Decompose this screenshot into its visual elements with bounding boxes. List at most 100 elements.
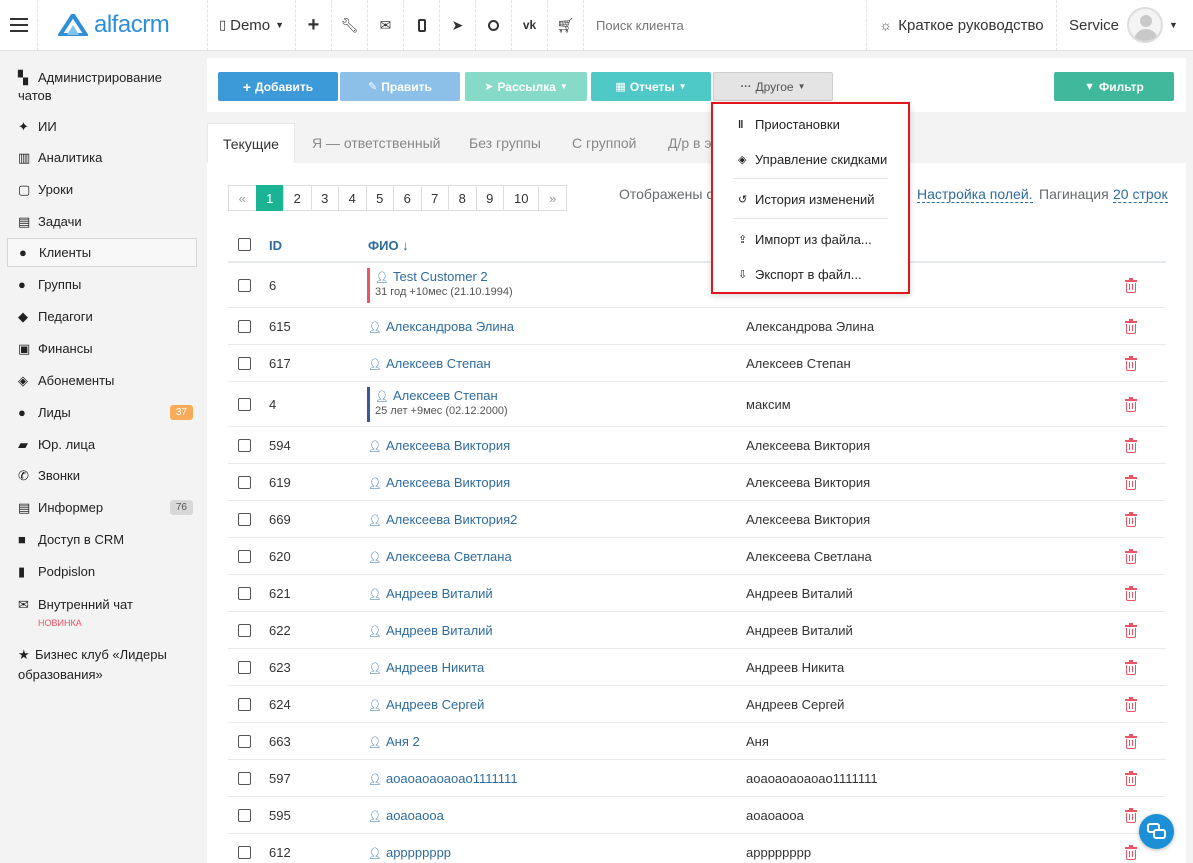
row-checkbox[interactable]: [238, 846, 251, 859]
sidebar-item-ai[interactable]: ✦ ИИ: [7, 118, 197, 136]
sidebar-item-clients[interactable]: ● Клиенты: [7, 238, 197, 267]
delete-icon[interactable]: [1125, 549, 1137, 564]
delete-icon[interactable]: [1125, 808, 1137, 823]
tab-no-group[interactable]: Без группы: [469, 123, 541, 163]
other-button[interactable]: ··· Другое ▼: [713, 72, 833, 101]
table-row[interactable]: 669 👤︎ Алексеева Виктория2 Алексеева Виктор…: [228, 501, 1166, 538]
sidebar-item-podpislon[interactable]: ▮ Podpislon: [7, 563, 197, 581]
telegram-button[interactable]: ➤: [440, 0, 476, 51]
sidebar-item-subscriptions[interactable]: ◈ Абонементы: [7, 372, 197, 390]
menu-item-export[interactable]: ⇩ Экспорт в файл...: [738, 267, 862, 282]
table-row[interactable]: 597 👤︎ аоаоаоаоаоао1111111 аоаоаоаоаоао1111…: [228, 760, 1166, 797]
row-checkbox[interactable]: [238, 439, 251, 452]
sidebar-item-chat-admin[interactable]: ▚ Администрирование чатов: [7, 69, 197, 105]
client-name-link[interactable]: 👤︎ Андреев Виталий: [368, 623, 493, 638]
table-row[interactable]: 595 👤︎ аоаоаооа аоаоаооа: [228, 797, 1166, 834]
page-6[interactable]: 6: [393, 185, 422, 211]
client-name-link[interactable]: 👤︎ Алексеев Степан: [368, 356, 491, 371]
row-checkbox[interactable]: [238, 320, 251, 333]
client-name-link[interactable]: 👤︎ Андреев Виталий: [368, 586, 493, 601]
delete-icon[interactable]: [1125, 278, 1137, 293]
client-name-link[interactable]: 👤︎ Андреев Никита: [368, 660, 484, 675]
page-10[interactable]: 10: [503, 185, 540, 211]
client-name-link[interactable]: 👤︎ Алексеева Виктория: [368, 475, 510, 490]
client-name-link[interactable]: 👤︎ Александрова Элина: [368, 319, 514, 334]
table-row[interactable]: 663 👤︎ Аня 2 Аня: [228, 723, 1166, 760]
menu-item-import[interactable]: ⇪ Импорт из файла...: [738, 232, 872, 247]
client-name-link[interactable]: 👤︎ Алексеева Виктория2: [368, 512, 517, 527]
branch-selector[interactable]: ▯ Demo ▼: [208, 0, 296, 51]
row-checkbox[interactable]: [238, 550, 251, 563]
row-checkbox[interactable]: [238, 398, 251, 411]
menu-item-pauses[interactable]: ǁ Приостановки: [738, 117, 840, 132]
logo[interactable]: alfacrm: [38, 0, 208, 51]
settings-button[interactable]: 🔧︎: [332, 0, 368, 51]
row-checkbox[interactable]: [238, 587, 251, 600]
client-search[interactable]: [584, 0, 867, 51]
page-next[interactable]: »: [538, 185, 567, 211]
sidebar-item-analytics[interactable]: ▥ Аналитика: [7, 149, 197, 167]
client-name-link[interactable]: 👤︎ арррррррр: [368, 845, 451, 860]
delete-icon[interactable]: [1125, 475, 1137, 490]
client-name-link[interactable]: 👤︎ Алексеева Виктория: [368, 438, 510, 453]
table-row[interactable]: 617 👤︎ Алексеев Степан Алексеев Степан: [228, 345, 1166, 382]
mail-button[interactable]: ✉: [368, 0, 404, 51]
tab-responsible[interactable]: Я — ответственный: [312, 123, 440, 163]
rows-per-page-link[interactable]: 20 строк: [1113, 186, 1168, 203]
reports-button[interactable]: ▦ Отчеты ▼: [591, 72, 711, 101]
table-row[interactable]: 623 👤︎ Андреев Никита Андреев Никита: [228, 649, 1166, 686]
tab-birthdays[interactable]: Д/р в э: [668, 123, 712, 163]
table-row[interactable]: 4 👤︎ Алексеев Степан 25 лет +9мес (02.12.20…: [228, 382, 1166, 427]
table-row[interactable]: 594 👤︎ Алексеева Виктория Алексеева Виктори…: [228, 427, 1166, 464]
whatsapp-button[interactable]: [476, 0, 512, 51]
row-checkbox[interactable]: [238, 661, 251, 674]
support-chat-button[interactable]: [1139, 814, 1174, 849]
delete-icon[interactable]: [1125, 356, 1137, 371]
table-row[interactable]: 615 👤︎ Александрова Элина Александрова Элин…: [228, 308, 1166, 345]
client-name-link[interactable]: 👤︎ аоаоаоаоаоао1111111: [368, 771, 518, 786]
sidebar-item-groups[interactable]: ● Группы: [7, 276, 197, 294]
page-5[interactable]: 5: [365, 185, 394, 211]
page-8[interactable]: 8: [448, 185, 477, 211]
delete-icon[interactable]: [1125, 623, 1137, 638]
sidebar-item-business-club[interactable]: ★ Бизнес клуб «Лидеры образования»: [7, 645, 197, 685]
add-icon-button[interactable]: +: [296, 0, 332, 51]
sidebar-item-teachers[interactable]: ◆ Педагоги: [7, 308, 197, 326]
delete-icon[interactable]: [1125, 319, 1137, 334]
sidebar-item-lessons[interactable]: ▢ Уроки: [7, 181, 197, 199]
row-checkbox[interactable]: [238, 772, 251, 785]
page-4[interactable]: 4: [338, 185, 367, 211]
page-1[interactable]: 1: [255, 185, 284, 211]
menu-item-history[interactable]: ↺ История изменений: [738, 192, 875, 207]
quick-guide-link[interactable]: ☼ Краткое руководство: [867, 0, 1057, 51]
row-checkbox[interactable]: [238, 809, 251, 822]
add-button[interactable]: + Добавить: [218, 72, 338, 101]
table-row[interactable]: 622 👤︎ Андреев Виталий Андреев Виталий: [228, 612, 1166, 649]
mobile-button[interactable]: [404, 0, 440, 51]
table-row[interactable]: 620 👤︎ Алексеева Светлана Алексеева Светлан…: [228, 538, 1166, 575]
client-name-link[interactable]: 👤︎ аоаоаооа: [368, 808, 444, 823]
table-row[interactable]: 6 👤︎ Test Customer 2 31 год +10мес (21.10.1…: [228, 263, 1166, 308]
row-checkbox[interactable]: [238, 735, 251, 748]
row-checkbox[interactable]: [238, 279, 251, 292]
delete-icon[interactable]: [1125, 586, 1137, 601]
sidebar-item-legal[interactable]: ▰ Юр. лица: [7, 436, 197, 454]
delete-icon[interactable]: [1125, 512, 1137, 527]
row-checkbox[interactable]: [238, 476, 251, 489]
vk-button[interactable]: vk: [512, 0, 548, 51]
sidebar-item-access[interactable]: ■ Доступ в CRM: [7, 531, 197, 549]
search-input[interactable]: [596, 17, 846, 33]
delete-icon[interactable]: [1125, 660, 1137, 675]
delete-icon[interactable]: [1125, 697, 1137, 712]
table-row[interactable]: 619 👤︎ Алексеева Виктория Алексеева Виктори…: [228, 464, 1166, 501]
mailing-button[interactable]: ➤ Рассылка ▼: [465, 72, 587, 101]
row-checkbox[interactable]: [238, 698, 251, 711]
client-name-link[interactable]: 👤︎ Андреев Сергей: [368, 697, 484, 712]
field-setup-link[interactable]: Настройка полей.: [917, 186, 1033, 203]
select-all-checkbox[interactable]: [238, 238, 251, 251]
delete-icon[interactable]: [1125, 397, 1137, 412]
table-row[interactable]: 621 👤︎ Андреев Виталий Андреев Виталий: [228, 575, 1166, 612]
sidebar-item-leads[interactable]: ● Лиды 37: [7, 404, 197, 422]
page-2[interactable]: 2: [283, 185, 312, 211]
edit-button[interactable]: ✎ Править: [340, 72, 460, 101]
